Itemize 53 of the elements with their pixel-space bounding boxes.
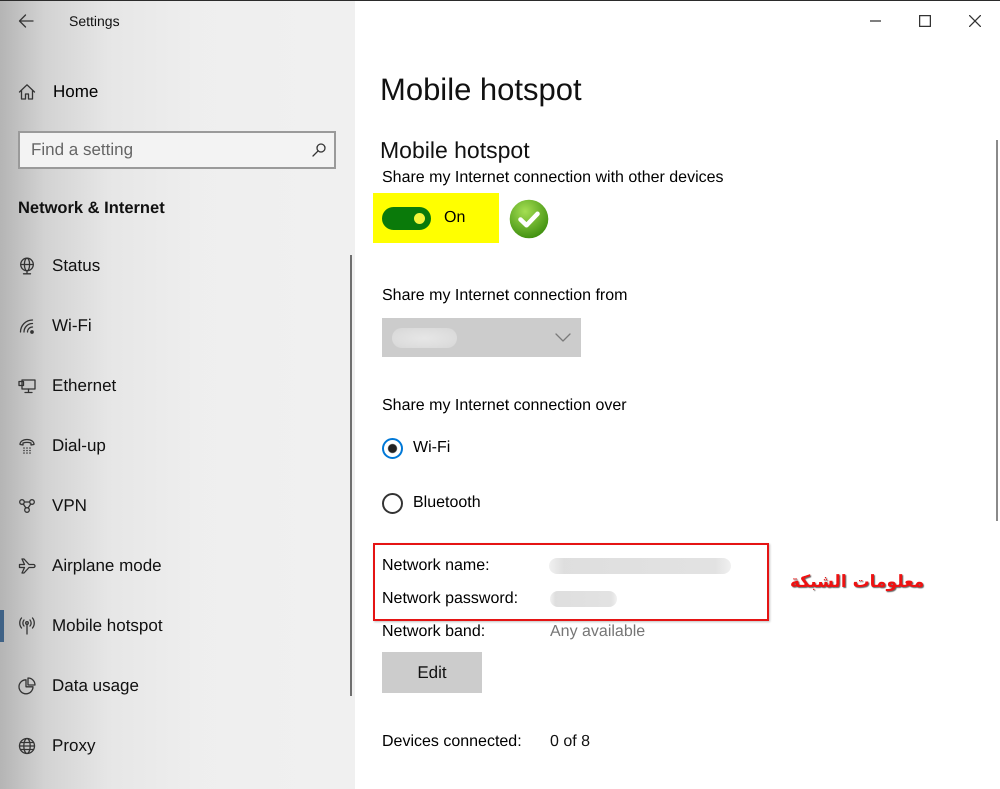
scrollbar-thumb[interactable]	[996, 140, 998, 521]
field-label: Network password:	[382, 590, 520, 608]
toggle-switch[interactable]	[382, 206, 431, 230]
nav-item[interactable]: Mobile hotspot	[0, 606, 330, 646]
window-title: Settings	[69, 13, 120, 29]
field-value: 0 of 8	[550, 733, 590, 751]
radio-option[interactable]: Wi-Fi	[382, 433, 450, 463]
back-button[interactable]	[17, 12, 35, 30]
description-text: Share my Internet connection with other devices	[381, 168, 724, 188]
scrollbar-thumb[interactable]	[350, 255, 352, 696]
home-link[interactable]: Home	[0, 72, 200, 112]
antenna-icon	[18, 617, 36, 635]
close-icon	[969, 15, 981, 27]
wifi-icon	[18, 317, 36, 335]
back-arrow-icon	[18, 14, 34, 28]
chevron-down-icon	[555, 333, 571, 342]
nav-item[interactable]: Ethernet	[0, 366, 330, 406]
phone-icon	[18, 437, 36, 455]
airplane-icon	[18, 557, 36, 575]
toggle-label: On	[444, 209, 466, 227]
blurred-text	[550, 591, 617, 607]
nav-item[interactable]: VPN	[0, 486, 330, 526]
section-heading: Network & Internet	[18, 198, 166, 219]
globe-stand-icon	[18, 257, 36, 275]
home-icon	[18, 83, 36, 101]
linked-circles-icon	[18, 497, 36, 515]
radio-button[interactable]	[382, 438, 403, 458]
search-icon	[312, 143, 326, 157]
annotation-label: معلومات الشبكة	[790, 572, 924, 592]
page-title: Mobile hotspot	[380, 71, 582, 109]
nav-item[interactable]: Proxy	[0, 726, 330, 766]
nav-item[interactable]: Dial-up	[0, 426, 330, 466]
field-label: Share my Internet connection from	[381, 286, 628, 306]
edit-button[interactable]: Edit	[382, 652, 482, 693]
radio-button[interactable]	[382, 492, 403, 514]
nav-item[interactable]: Airplane mode	[0, 546, 330, 586]
field-label: Network name:	[382, 557, 491, 575]
field-value: Any available	[550, 623, 646, 641]
globe-icon	[18, 737, 36, 755]
field-label: Share my Internet connection over	[381, 396, 627, 416]
section-heading: Mobile hotspot	[380, 136, 530, 165]
nav-item[interactable]: Wi-Fi	[0, 306, 330, 346]
nav-item[interactable]: Data usage	[0, 666, 330, 706]
field-label: Devices connected:	[382, 733, 523, 751]
minimize-icon	[870, 20, 880, 22]
pie-chart-icon	[18, 677, 36, 695]
radio-option[interactable]: Bluetooth	[382, 488, 481, 518]
monitor-icon	[18, 377, 36, 395]
search-field[interactable]: Find a setting	[18, 131, 336, 169]
blurred-text	[392, 328, 457, 348]
maximize-icon	[919, 15, 931, 27]
field-label: Network band:	[382, 623, 486, 641]
nav-item[interactable]: Status	[0, 246, 330, 286]
